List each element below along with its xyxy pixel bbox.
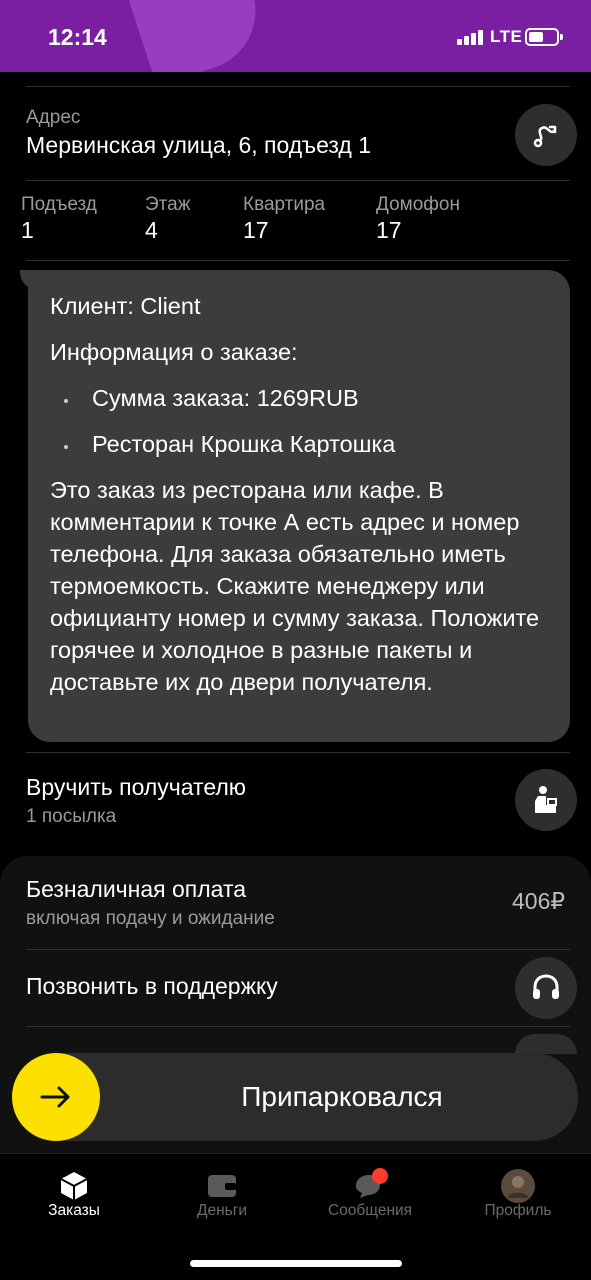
floor-value: 4 bbox=[145, 217, 158, 243]
apartment-label: Квартира bbox=[243, 194, 326, 215]
entrance-label: Подъезд bbox=[21, 194, 97, 215]
divider bbox=[26, 180, 570, 181]
order-note: Это заказ из ресторана или кафе. В комме… bbox=[50, 477, 540, 695]
more-button[interactable] bbox=[515, 1034, 577, 1054]
order-info-list: Сумма заказа: 1269RUB Ресторан Крошка Ка… bbox=[50, 382, 548, 460]
wallet-icon bbox=[208, 1175, 236, 1197]
intercom-value: 17 bbox=[376, 217, 402, 243]
divider bbox=[26, 1026, 570, 1027]
handover-subtitle: 1 посылка bbox=[26, 806, 117, 827]
status-bar: 12:14 LTE bbox=[0, 0, 591, 72]
headset-icon bbox=[533, 974, 559, 999]
route-button[interactable] bbox=[515, 104, 577, 166]
apartment-value: 17 bbox=[243, 217, 269, 243]
tab-money[interactable]: Деньги bbox=[148, 1154, 296, 1234]
tab-profile[interactable]: Профиль bbox=[444, 1154, 591, 1234]
payment-title: Безналичная оплата bbox=[26, 876, 247, 902]
chat-icon bbox=[356, 1168, 388, 1198]
tab-messages[interactable]: Сообщения bbox=[296, 1154, 444, 1234]
tab-label: Сообщения bbox=[327, 1202, 413, 1219]
tab-label: Профиль bbox=[484, 1202, 552, 1219]
list-item: Ресторан Крошка Картошка bbox=[50, 428, 548, 460]
list-item: Сумма заказа: 1269RUB bbox=[50, 382, 548, 414]
tab-label: Заказы bbox=[48, 1202, 100, 1219]
home-indicator bbox=[190, 1260, 402, 1267]
payment-subtitle: включая подачу и ожидание bbox=[26, 908, 275, 929]
person-handover-icon bbox=[535, 786, 557, 813]
arrow-right-icon bbox=[40, 1086, 70, 1108]
avatar-icon bbox=[501, 1169, 535, 1203]
handover-title: Вручить получателю bbox=[26, 774, 247, 800]
status-time: 12:14 bbox=[48, 24, 107, 50]
support-call-button[interactable] bbox=[515, 957, 577, 1019]
slider-handle[interactable] bbox=[12, 1053, 100, 1141]
signal-icon bbox=[457, 30, 483, 45]
parked-slider[interactable]: Припарковался bbox=[12, 1053, 578, 1141]
handover-button[interactable] bbox=[515, 769, 577, 831]
map-background bbox=[129, 0, 271, 72]
battery-icon bbox=[525, 28, 563, 46]
divider bbox=[26, 752, 570, 753]
payment-amount: 406₽ bbox=[511, 888, 565, 914]
network-label: LTE bbox=[490, 27, 523, 46]
order-info-title: Информация о заказе: bbox=[50, 339, 298, 365]
intercom-label: Домофон bbox=[376, 194, 460, 215]
address-label: Адрес bbox=[26, 107, 81, 128]
box-icon bbox=[60, 1172, 88, 1200]
divider bbox=[26, 260, 570, 261]
entrance-value: 1 bbox=[21, 217, 34, 243]
address-value: Мервинская улица, 6, подъезд 1 bbox=[26, 132, 372, 158]
route-icon bbox=[533, 125, 557, 148]
divider bbox=[26, 949, 570, 950]
divider bbox=[26, 86, 570, 87]
tab-label: Деньги bbox=[196, 1202, 248, 1219]
unread-badge bbox=[372, 1168, 388, 1184]
client-name: Клиент: Client bbox=[50, 293, 201, 319]
order-info-message: Клиент: Client Информация о заказе: Сумм… bbox=[20, 270, 570, 742]
parked-label: Припарковался bbox=[241, 1081, 443, 1112]
support-call-label[interactable]: Позвонить в поддержку bbox=[26, 973, 278, 1000]
tab-orders[interactable]: Заказы bbox=[0, 1154, 148, 1234]
floor-label: Этаж bbox=[145, 194, 191, 215]
